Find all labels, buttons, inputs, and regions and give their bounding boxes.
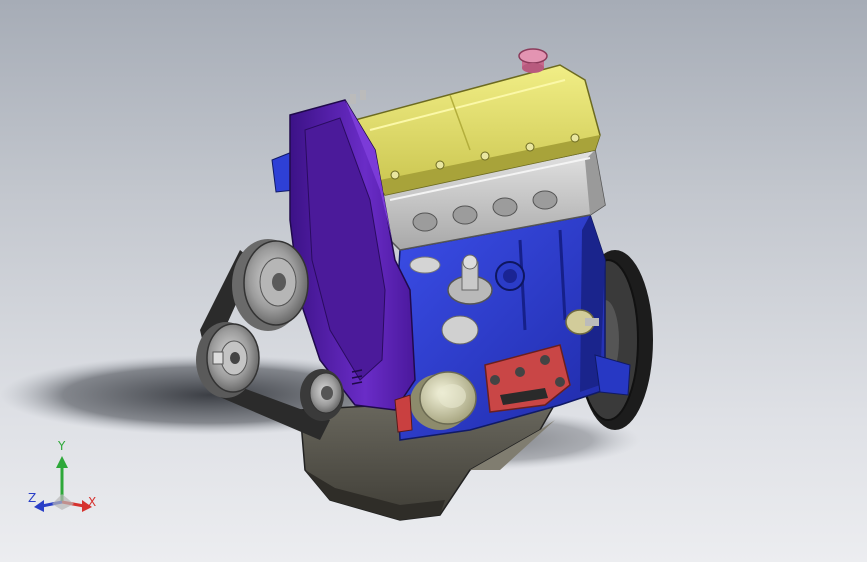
axis-z-label: Z xyxy=(28,491,37,505)
coordinate-triad[interactable]: Y X Z xyxy=(22,440,112,520)
oil-filler-cap[interactable] xyxy=(518,48,548,73)
graphics-viewport[interactable]: Y X Z xyxy=(0,0,867,562)
timing-bracket xyxy=(394,394,413,433)
tensioner-pulley xyxy=(300,369,344,421)
coordinate-triad-icon xyxy=(34,456,92,512)
alternator-pulley[interactable] xyxy=(232,239,309,331)
axis-y-label: Y xyxy=(58,439,66,453)
engine-model-3d[interactable] xyxy=(0,0,867,562)
axis-x-label: X xyxy=(88,495,97,509)
